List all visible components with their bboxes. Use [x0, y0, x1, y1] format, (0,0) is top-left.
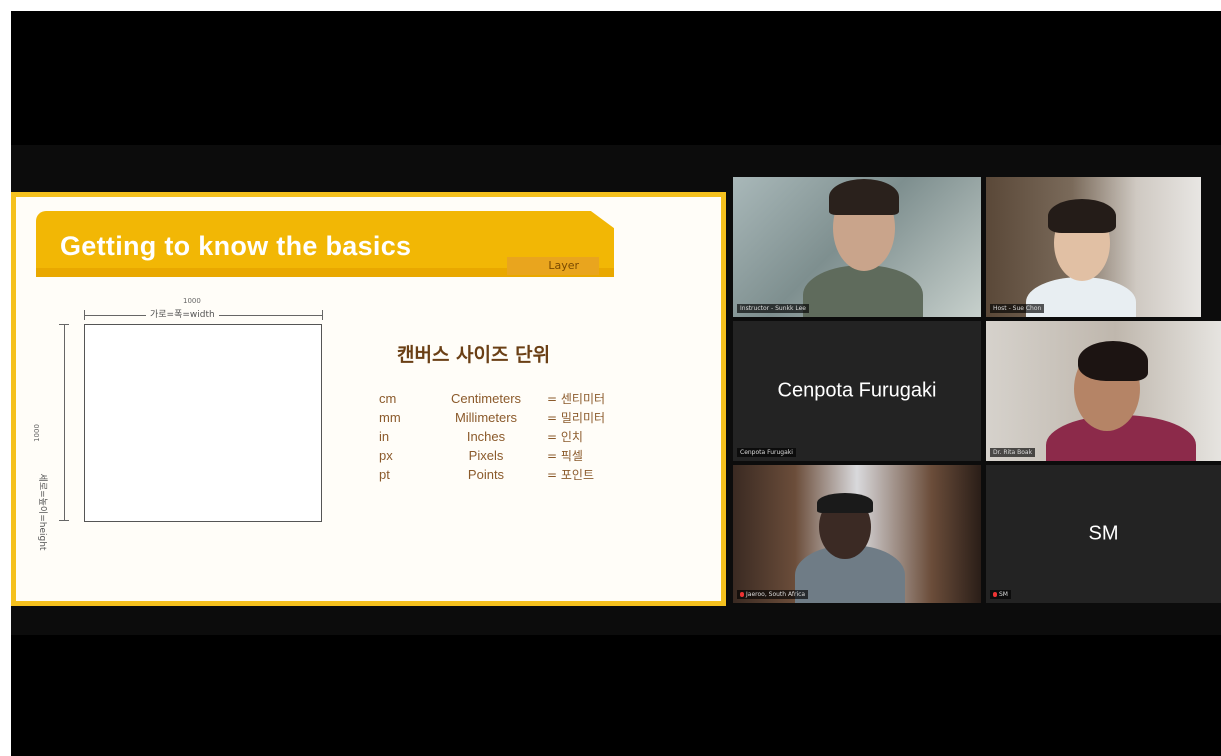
- participant-name-tag: Jaeroo, South Africa: [737, 590, 809, 599]
- unit-name: Pixels: [468, 448, 504, 463]
- unit-name: Centimeters: [450, 391, 522, 406]
- layer-tag: Layer: [507, 257, 599, 275]
- participant-name-tag: Cenpota Furugaki: [737, 448, 796, 457]
- participant-video: [733, 177, 981, 317]
- unit-name: Inches: [466, 429, 506, 444]
- participant-name: Jaeroo, South Africa: [746, 591, 806, 598]
- participant-video: [733, 465, 981, 603]
- participant-video: [986, 177, 1201, 317]
- height-label: 세로=높이=height: [37, 437, 50, 587]
- table-row: cm Centimeters = 센티미터: [379, 389, 612, 408]
- unit-abbr: px: [379, 448, 393, 463]
- table-row: mm Millimeters = 밀리미터: [379, 408, 612, 427]
- units-table: cm Centimeters = 센티미터 mm Millimeters = 밀…: [379, 389, 612, 484]
- unit-abbr: mm: [379, 410, 401, 425]
- participant-tile-4[interactable]: Dr. Rita Boak: [986, 321, 1221, 461]
- width-dimension-cap: [84, 310, 85, 320]
- mic-muted-icon: [993, 592, 997, 597]
- participant-name-tag: Instructor - Sunkk Lee: [737, 304, 809, 313]
- width-value: 1000: [183, 297, 201, 305]
- slide-title: Getting to know the basics: [60, 231, 412, 261]
- unit-korean: = 밀리미터: [547, 411, 606, 425]
- width-dimension-cap: [322, 310, 323, 320]
- width-label: 가로=폭=width: [146, 307, 219, 320]
- participant-tile-3[interactable]: Cenpota Furugaki Cenpota Furugaki: [733, 321, 981, 461]
- canvas-diagram: [84, 324, 322, 522]
- unit-korean: = 센티미터: [547, 392, 606, 406]
- height-value: 1000: [32, 424, 41, 442]
- participant-name-tag: Dr. Rita Boak: [990, 448, 1036, 457]
- slide-canvas: Getting to know the basics Layer 1000 가로…: [16, 197, 721, 601]
- participant-tile-2[interactable]: Host - Sue Chon: [986, 177, 1201, 317]
- unit-korean: = 포인트: [547, 468, 594, 482]
- height-dimension-cap: [59, 324, 69, 325]
- table-row: in Inches = 인치: [379, 427, 612, 446]
- meeting-window: Getting to know the basics Layer 1000 가로…: [11, 11, 1221, 756]
- participant-name-tag: SM: [990, 590, 1011, 599]
- table-row: px Pixels = 픽셀: [379, 446, 612, 465]
- unit-abbr: in: [379, 429, 390, 444]
- participant-name-tag: Host - Sue Chon: [990, 304, 1045, 313]
- height-dimension-cap: [59, 520, 69, 521]
- unit-korean: = 픽셀: [547, 449, 583, 463]
- participant-video: [986, 321, 1221, 461]
- unit-korean: = 인치: [547, 430, 583, 444]
- participant-tile-1[interactable]: Instructor - Sunkk Lee: [733, 177, 981, 317]
- height-dimension-line: [64, 324, 65, 520]
- participant-display-name: SM: [1088, 522, 1119, 545]
- table-row: pt Points = 포인트: [379, 465, 612, 484]
- units-heading: 캔버스 사이즈 단위: [397, 344, 551, 366]
- unit-name: Millimeters: [454, 410, 518, 425]
- mic-muted-icon: [740, 592, 744, 597]
- shared-slide: Getting to know the basics Layer 1000 가로…: [11, 192, 726, 606]
- participant-tile-5[interactable]: Jaeroo, South Africa: [733, 465, 981, 603]
- unit-abbr: cm: [379, 391, 397, 406]
- participant-display-name: Cenpota Furugaki: [777, 379, 937, 402]
- participant-tile-6[interactable]: SM SM: [986, 465, 1221, 603]
- participant-name: SM: [999, 591, 1008, 598]
- unit-abbr: pt: [379, 467, 390, 482]
- unit-name: Points: [467, 467, 505, 482]
